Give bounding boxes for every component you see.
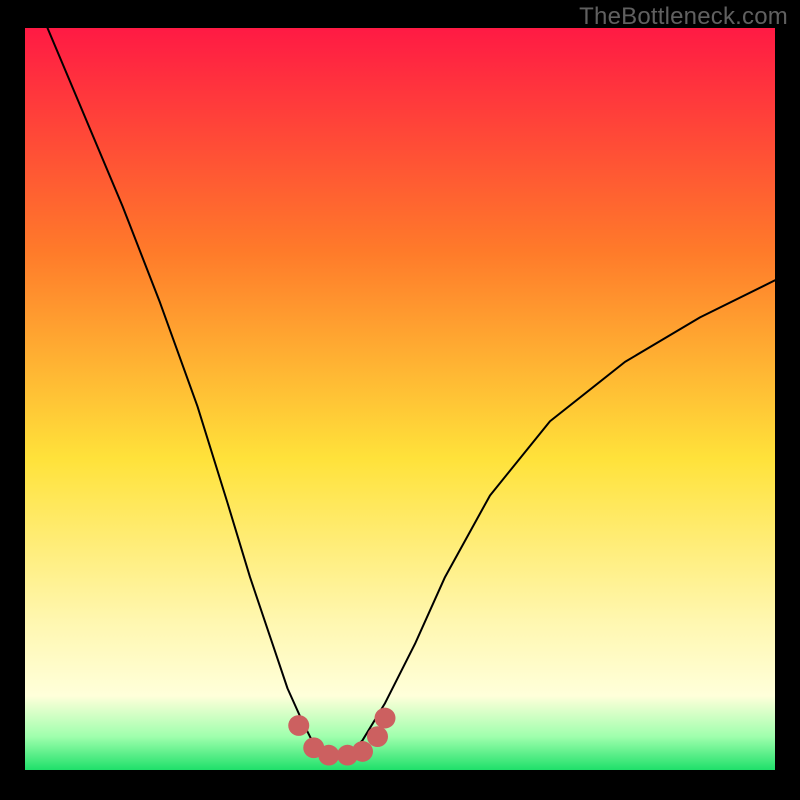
- bottleneck-plot: [25, 28, 775, 770]
- plot-background: [25, 28, 775, 770]
- trough-marker: [288, 715, 309, 736]
- trough-marker: [367, 726, 388, 747]
- trough-marker: [318, 745, 339, 766]
- watermark-text: TheBottleneck.com: [579, 3, 788, 31]
- plot-svg: [25, 28, 775, 770]
- chart-frame: TheBottleneck.com: [0, 0, 800, 800]
- trough-marker: [375, 708, 396, 729]
- trough-marker: [352, 741, 373, 762]
